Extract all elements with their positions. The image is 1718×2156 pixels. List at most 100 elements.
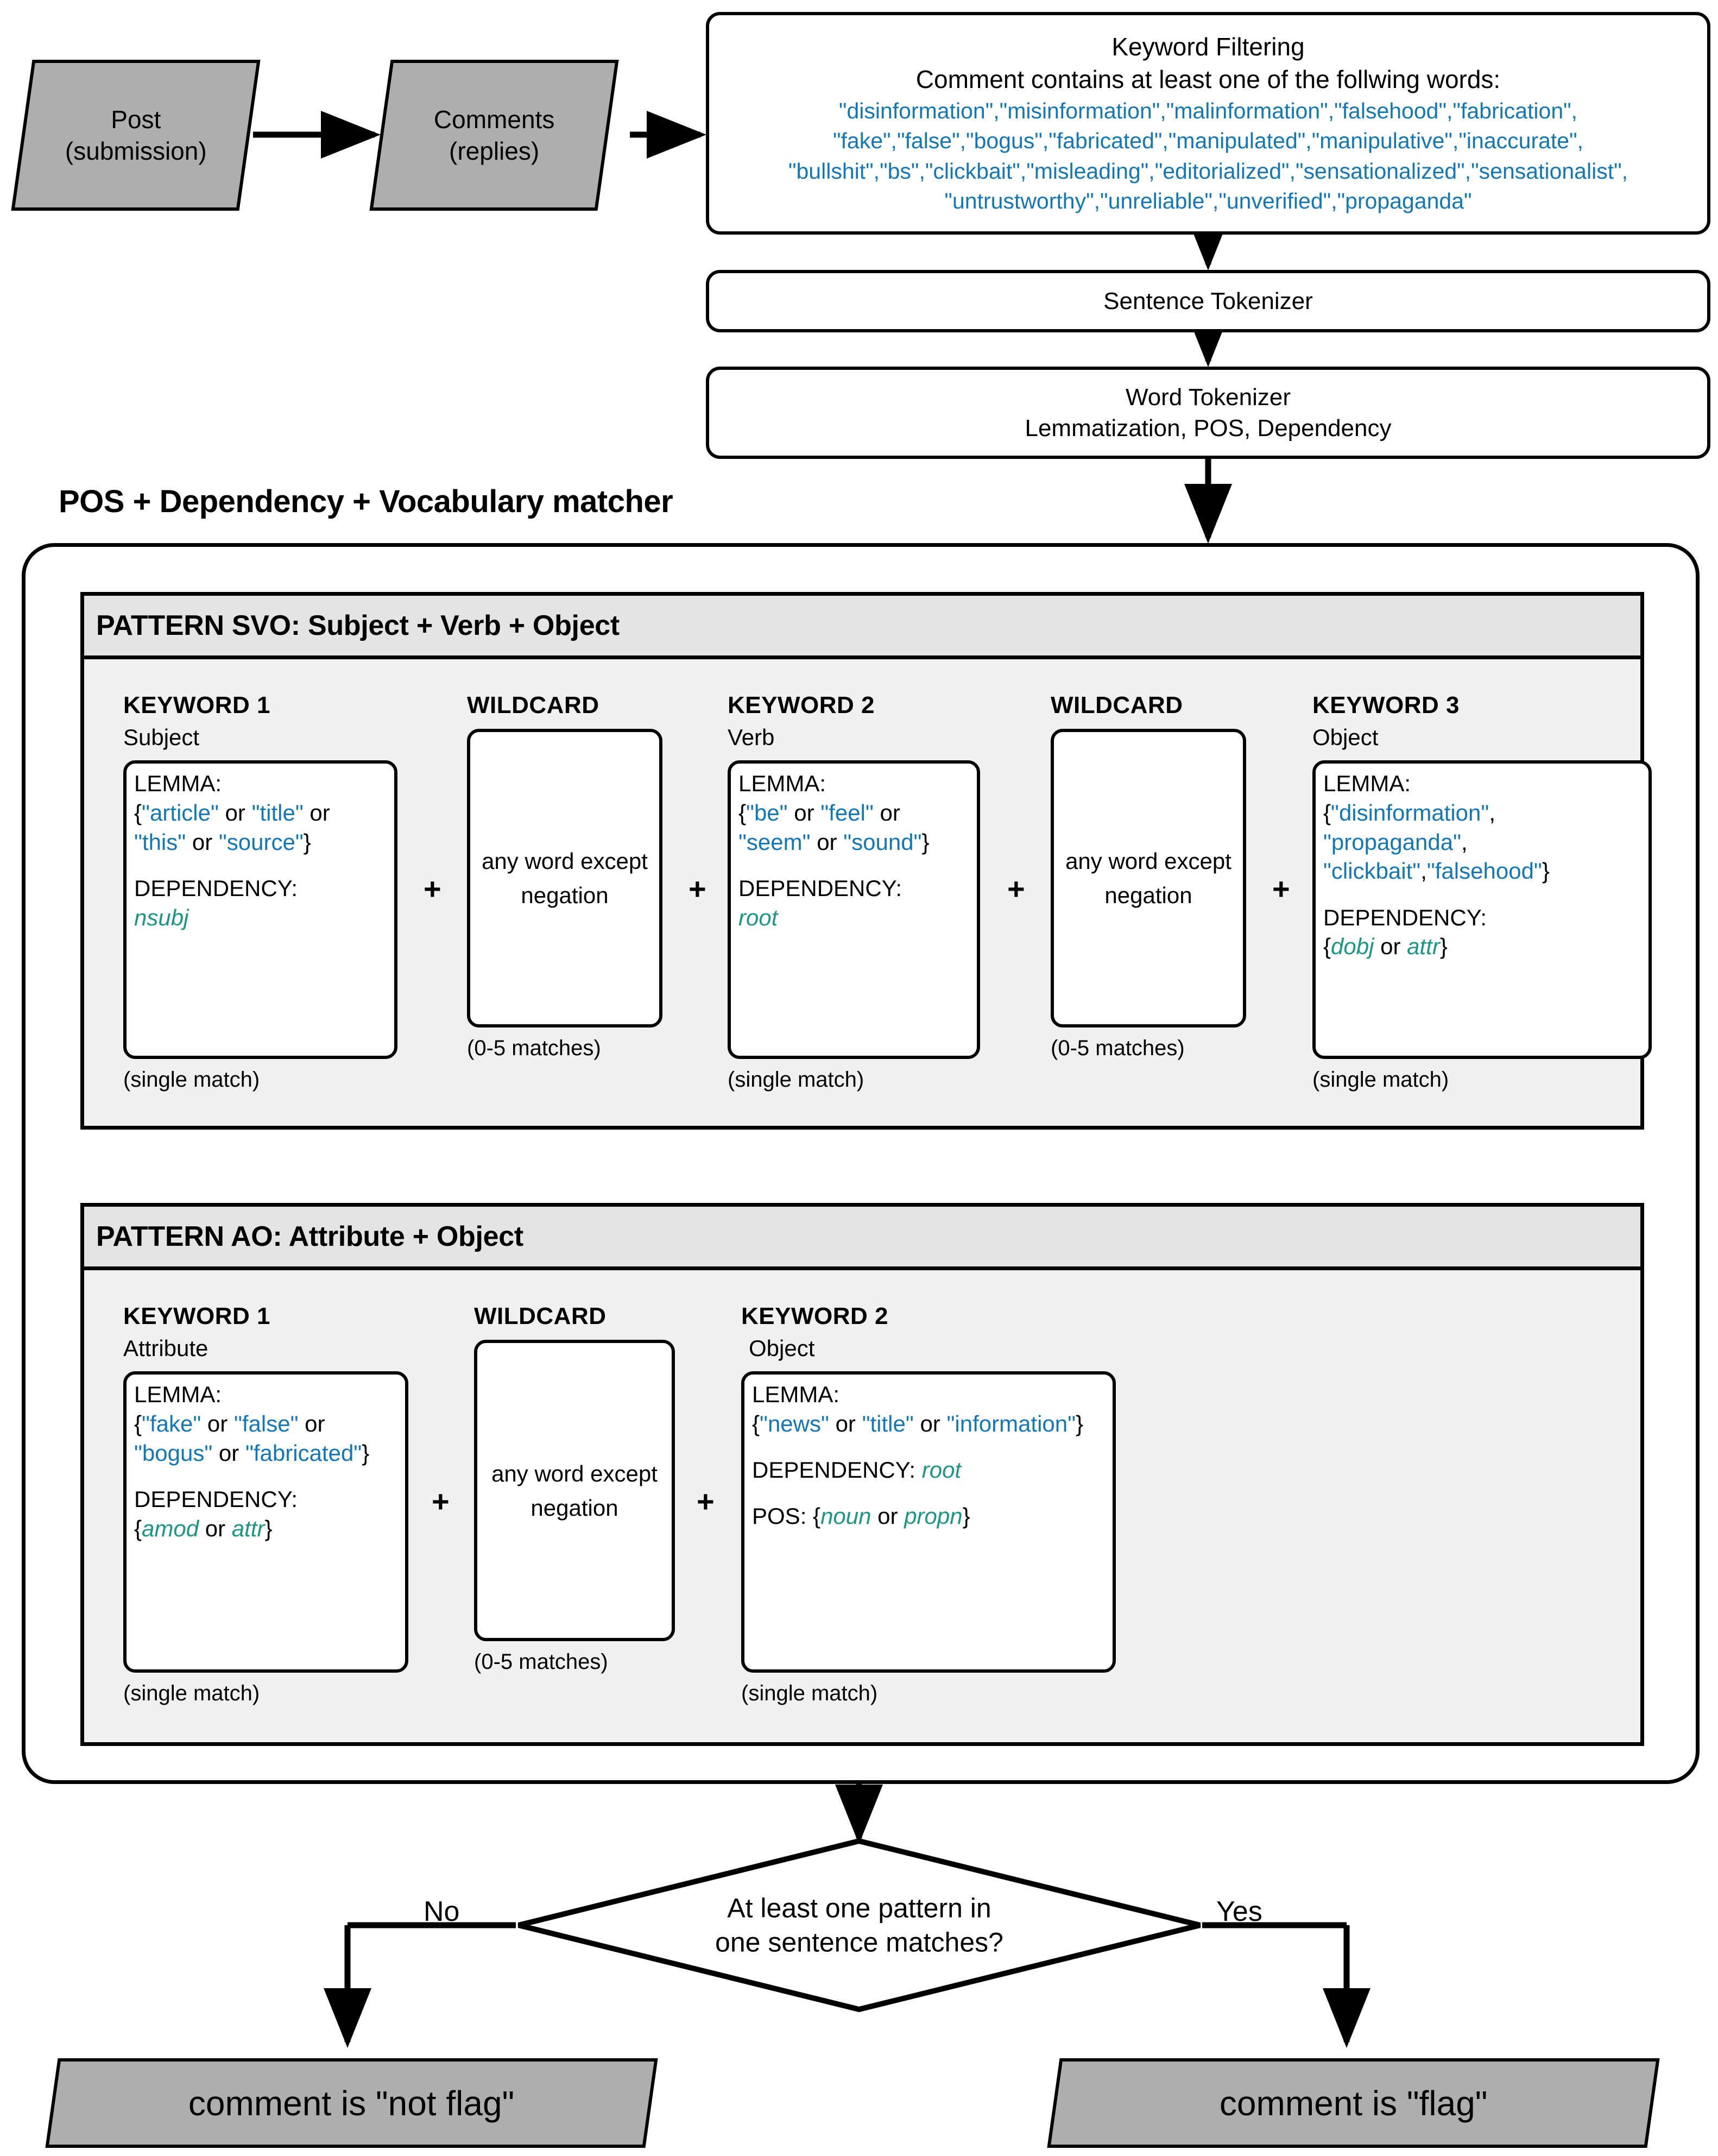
ao-kw1-title: KEYWORD 1 [123, 1303, 270, 1329]
node-comments-label: Comments (replies) [433, 105, 555, 165]
ao-kw1-card[interactable]: LEMMA: {"fake" or "false" or "bogus" or … [123, 1371, 408, 1673]
pattern-ao-panel: PATTERN AO: Attribute + Object KEYWORD 1… [80, 1203, 1644, 1746]
svo-kw2-footer: (single match) [728, 1068, 864, 1092]
word-tokenizer-line-2: Lemmatization, POS, Dependency [1025, 415, 1392, 442]
svo-kw3-title: KEYWORD 3 [1312, 692, 1460, 718]
keyword-filtering-word-line-4: "untrustworthy","unreliable","unverified… [944, 188, 1472, 214]
pattern-svo-panel: PATTERN SVO: Subject + Verb + Object KEY… [80, 592, 1652, 1130]
ao-column-keyword-2: KEYWORD 2 Object LEMMA: {"news" or "titl… [741, 1303, 1121, 1706]
svo-wc2-footer: (0-5 matches) [1051, 1036, 1185, 1060]
node-word-tokenizer[interactable]: Word Tokenizer Lemmatization, POS, Depen… [706, 367, 1710, 459]
svo-column-wildcard-2: WILDCARD any word except negation (0-5 m… [1051, 692, 1257, 1061]
svo-kw3-dependency-value: {dobj or attr} [1323, 934, 1448, 960]
keyword-filtering-word-line-2: "fake","false","bogus","fabricated","man… [832, 128, 1584, 154]
keyword-filtering-word-line-3: "bullshit","bs","clickbait","misleading"… [788, 158, 1628, 184]
svo-plus-1: + [424, 872, 441, 906]
svo-column-keyword-2: KEYWORD 2 Verb LEMMA: {"be" or "feel" or… [728, 692, 988, 1092]
svo-kw2-card[interactable]: LEMMA: {"be" or "feel" or "seem" or "sou… [728, 760, 980, 1059]
ao-kw1-lemma-value: {"fake" or "false" or "bogus" or "fabric… [134, 1410, 370, 1466]
pattern-ao-header: PATTERN AO: Attribute + Object [84, 1207, 1640, 1270]
svo-kw1-title: KEYWORD 1 [123, 692, 270, 718]
ao-kw1-subtitle: Attribute [123, 1335, 209, 1361]
decision-diamond[interactable]: At least one pattern in one sentence mat… [516, 1838, 1203, 2013]
node-sentence-tokenizer[interactable]: Sentence Tokenizer [706, 270, 1710, 332]
svo-plus-2: + [689, 872, 706, 906]
svo-kw2-lemma-label: LEMMA: [738, 771, 826, 796]
node-keyword-filtering[interactable]: Keyword Filtering Comment contains at le… [706, 12, 1710, 235]
svo-kw2-subtitle: Verb [728, 724, 775, 750]
svo-kw1-dependency-label: DEPENDENCY: [134, 875, 298, 901]
svo-kw1-lemma-label: LEMMA: [134, 771, 222, 796]
svo-kw3-card[interactable]: LEMMA: {"disinformation", "propaganda", … [1312, 760, 1652, 1059]
keyword-filtering-subtitle: Comment contains at least one of the fol… [915, 65, 1501, 94]
ao-kw2-dependency: DEPENDENCY: root [752, 1455, 1106, 1485]
svo-kw1-footer: (single match) [123, 1068, 260, 1092]
ao-kw2-lemma-value: {"news" or "title" or "information"} [752, 1410, 1084, 1436]
decision-line-1: At least one pattern in [727, 1893, 991, 1924]
svo-kw2-title: KEYWORD 2 [728, 692, 875, 718]
svo-wc2-body: any word except negation [1065, 848, 1231, 908]
node-flag[interactable]: comment is "flag" [1047, 2058, 1660, 2148]
ao-kw2-footer: (single match) [741, 1681, 878, 1705]
ao-kw2-lemma-label: LEMMA: [752, 1382, 840, 1407]
ao-plus-2: + [697, 1484, 715, 1518]
ao-wc-body: any word except negation [491, 1460, 658, 1521]
ao-kw2-pos: POS: {noun or propn} [752, 1503, 970, 1529]
node-comments[interactable]: Comments (replies) [369, 60, 619, 211]
node-post-label: Post (submission) [65, 105, 207, 165]
ao-kw1-dependency-value: {amod or attr} [134, 1515, 273, 1541]
sentence-tokenizer-label: Sentence Tokenizer [1103, 287, 1313, 314]
keyword-filtering-title: Keyword Filtering [1111, 32, 1305, 61]
svo-kw2-dependency-label: DEPENDENCY: [738, 875, 902, 901]
svo-kw1-lemma-value: {"article" or "title" or "this" or "sour… [134, 799, 330, 855]
svo-kw2-dependency-value: root [738, 904, 778, 930]
ao-kw1-footer: (single match) [123, 1681, 260, 1705]
svo-kw1-subtitle: Subject [123, 724, 200, 750]
ao-wc-footer: (0-5 matches) [474, 1650, 608, 1674]
ao-kw2-dependency-label: DEPENDENCY: [752, 1457, 916, 1483]
node-flag-label: comment is "flag" [1219, 2083, 1488, 2123]
ao-column-wildcard: WILDCARD any word except negation (0-5 m… [474, 1303, 680, 1674]
ao-kw1-dependency-label: DEPENDENCY: [134, 1486, 298, 1512]
ao-kw2-card[interactable]: LEMMA: {"news" or "title" or "informatio… [741, 1371, 1116, 1673]
decision-no-label: No [424, 1896, 460, 1927]
ao-wc-card[interactable]: any word except negation [474, 1340, 675, 1641]
decision-yes-label: Yes [1216, 1896, 1262, 1927]
svo-plus-3: + [1007, 872, 1025, 906]
pattern-svo-header: PATTERN SVO: Subject + Verb + Object [84, 596, 1640, 659]
keyword-filtering-word-line-1: "disinformation","misinformation","malin… [838, 98, 1578, 124]
svo-kw1-card[interactable]: LEMMA: {"article" or "title" or "this" o… [123, 760, 397, 1059]
svo-wc2-card[interactable]: any word except negation [1051, 729, 1246, 1027]
svo-wc1-body: any word except negation [482, 848, 648, 908]
svo-kw3-subtitle: Object [1312, 724, 1379, 750]
svo-wc2-title: WILDCARD [1051, 692, 1183, 718]
svo-kw1-dependency-value: nsubj [134, 904, 189, 930]
svo-wc1-title: WILDCARD [467, 692, 599, 718]
ao-kw2-pos-label: POS: [752, 1503, 807, 1529]
svo-kw3-dependency-label: DEPENDENCY: [1323, 904, 1487, 930]
svo-column-keyword-1: KEYWORD 1 Subject LEMMA: {"article" or "… [123, 692, 406, 1092]
svo-wc1-footer: (0-5 matches) [467, 1036, 601, 1060]
ao-column-keyword-1: KEYWORD 1 Attribute LEMMA: {"fake" or "f… [123, 1303, 408, 1706]
svo-kw3-lemma-value: {"disinformation", "propaganda", "clickb… [1323, 799, 1550, 884]
node-post[interactable]: Post (submission) [11, 60, 261, 211]
ao-kw1-lemma-label: LEMMA: [134, 1382, 222, 1407]
node-not-flag[interactable]: comment is "not flag" [45, 2058, 658, 2148]
ao-wc-title: WILDCARD [474, 1303, 607, 1329]
flowchart-canvas: Post (submission) Comments (replies) Key… [0, 0, 1718, 2156]
ao-kw2-subtitle: Object [749, 1335, 815, 1361]
ao-plus-1: + [432, 1484, 450, 1518]
decision-label: At least one pattern in one sentence mat… [516, 1892, 1203, 1959]
ao-kw2-dependency-value: root [921, 1457, 962, 1483]
svo-wc1-card[interactable]: any word except negation [467, 729, 662, 1027]
matcher-title: POS + Dependency + Vocabulary matcher [59, 484, 673, 519]
ao-kw2-title: KEYWORD 2 [741, 1303, 888, 1329]
node-not-flag-label: comment is "not flag" [188, 2083, 515, 2123]
decision-line-2: one sentence matches? [715, 1927, 1003, 1957]
svo-kw3-footer: (single match) [1312, 1068, 1449, 1092]
svo-plus-4: + [1272, 872, 1290, 906]
svo-kw2-lemma-value: {"be" or "feel" or "seem" or "sound"} [738, 799, 930, 855]
svo-column-wildcard-1: WILDCARD any word except negation (0-5 m… [467, 692, 673, 1061]
svo-kw3-lemma-label: LEMMA: [1323, 771, 1411, 796]
word-tokenizer-line-1: Word Tokenizer [1125, 383, 1291, 411]
